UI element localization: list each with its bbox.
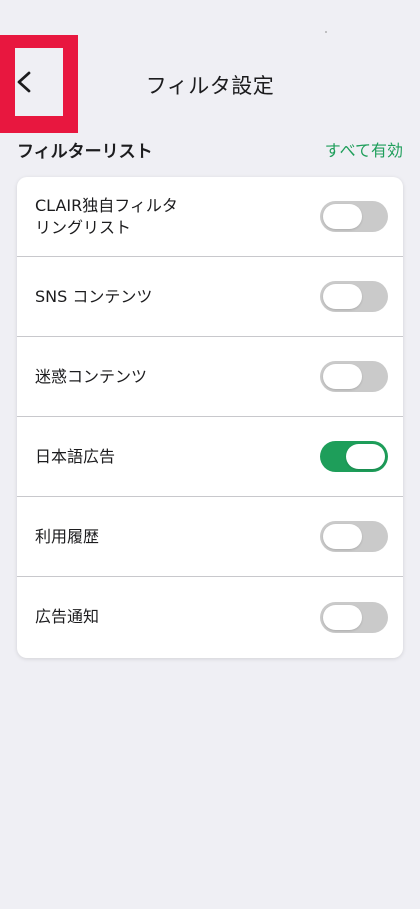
filter-toggle[interactable] — [320, 201, 388, 232]
filter-label: 日本語広告 — [35, 446, 116, 466]
toggle-knob — [323, 284, 362, 309]
filter-toggle[interactable] — [320, 361, 388, 392]
filter-row: 日本語広告 — [17, 417, 403, 497]
filter-toggle[interactable] — [320, 601, 388, 633]
filter-toggle[interactable] — [320, 281, 388, 312]
enable-all-button[interactable]: すべて有効 — [325, 137, 403, 161]
filter-label: 利用履歴 — [35, 526, 100, 546]
page-title: フィルタ設定 — [145, 74, 275, 98]
filter-row: 利用履歴 — [17, 497, 403, 577]
section-title: フィルターリスト — [17, 141, 153, 162]
section-header: フィルターリスト すべて有効 — [17, 137, 403, 162]
filter-toggle[interactable] — [320, 521, 388, 552]
filter-row: SNS コンテンツ — [17, 257, 403, 337]
toggle-knob — [323, 524, 362, 549]
toggle-knob — [323, 364, 362, 389]
filter-label: 迷惑コンテンツ — [35, 366, 148, 386]
filter-list-card: CLAIR独自フィルタ リングリスト SNS コンテンツ 迷惑コンテンツ 日本語… — [17, 177, 403, 658]
filter-label: CLAIR独自フィルタ リングリスト — [35, 195, 178, 237]
filter-toggle[interactable] — [320, 441, 388, 472]
filter-row: 迷惑コンテンツ — [17, 337, 403, 417]
filter-label: SNS コンテンツ — [35, 286, 153, 306]
toggle-knob — [346, 444, 385, 469]
status-indicator — [325, 31, 327, 33]
toggle-knob — [323, 604, 362, 630]
filter-row: CLAIR独自フィルタ リングリスト — [17, 177, 403, 257]
toggle-knob — [323, 204, 362, 229]
filter-label: 広告通知 — [35, 607, 100, 626]
filter-row: 広告通知 — [17, 577, 403, 657]
filter-settings-screen: フィルタ設定 フィルターリスト すべて有効 CLAIR独自フィルタ リングリスト… — [0, 0, 420, 909]
